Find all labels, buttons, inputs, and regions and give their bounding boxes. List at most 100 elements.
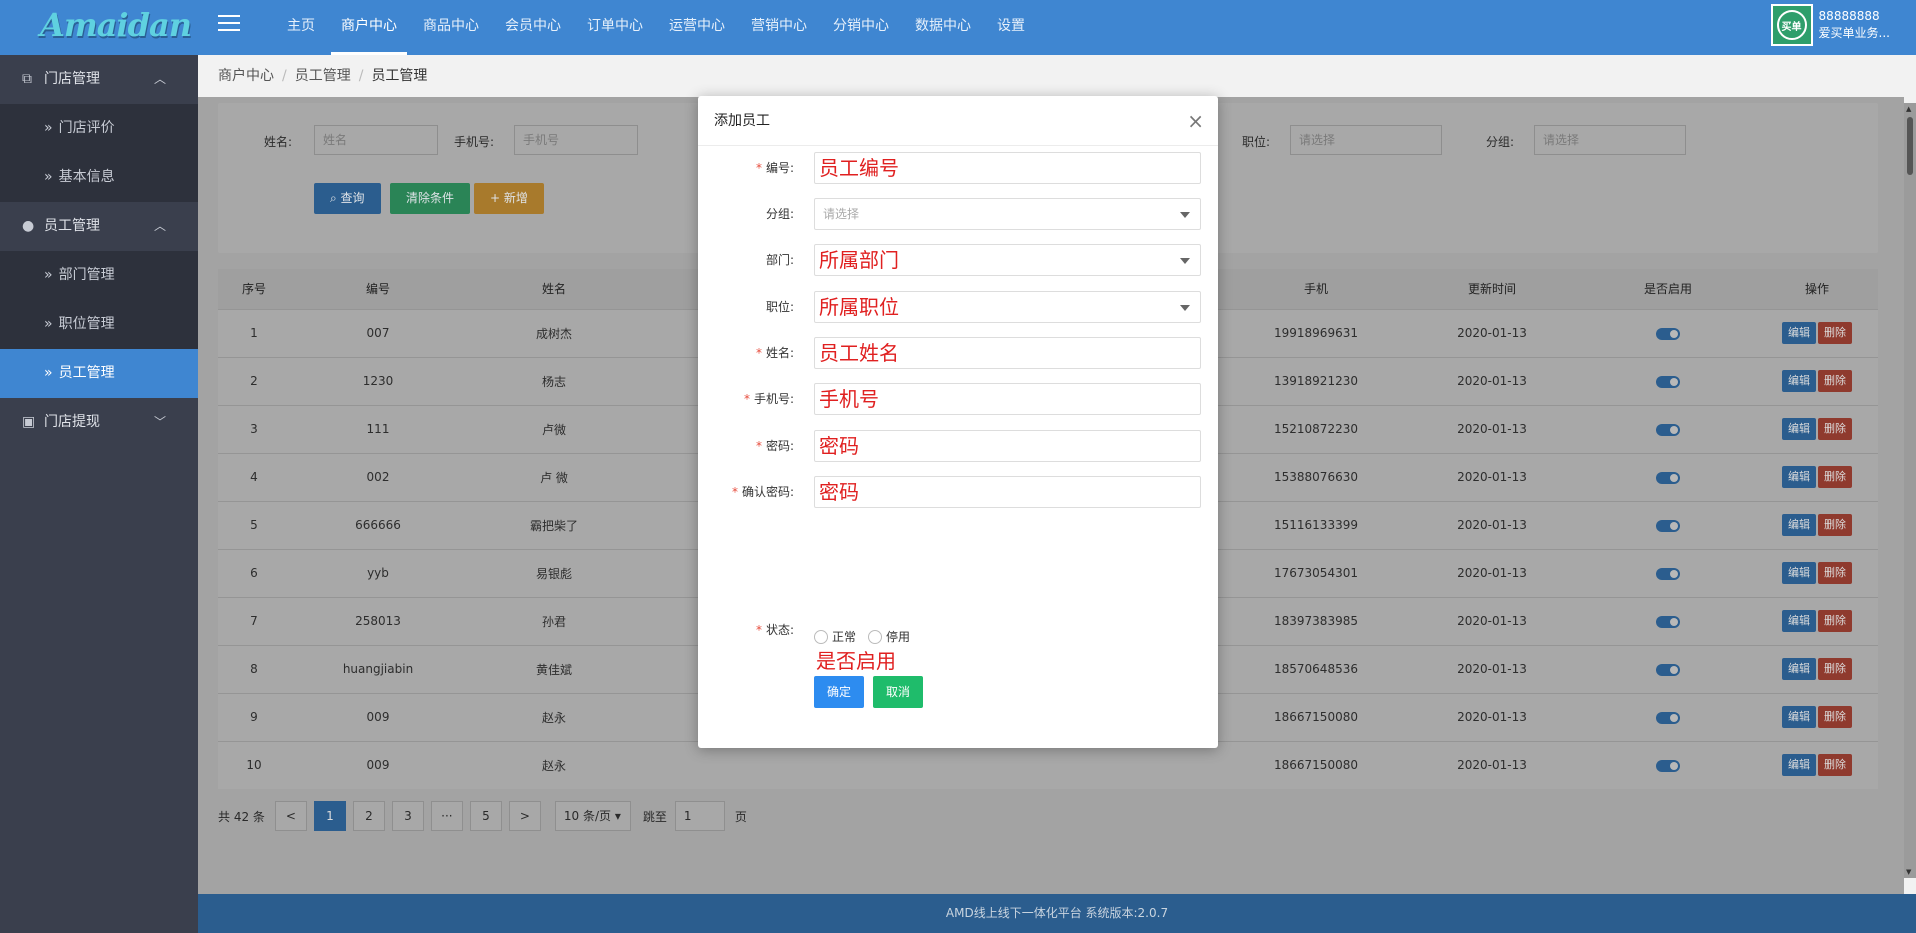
- page-3-button[interactable]: 3: [391, 801, 424, 831]
- code-input[interactable]: 员工编号: [814, 152, 1201, 184]
- sidebar-item-basic-info[interactable]: » 基本信息: [0, 153, 198, 202]
- scroll-up-icon[interactable]: ▲: [1906, 105, 1911, 113]
- sidebar-item-label: 门店评价: [58, 120, 115, 136]
- enabled-toggle[interactable]: [1656, 567, 1680, 580]
- edit-button[interactable]: 编辑: [1782, 658, 1816, 680]
- goto-page-input[interactable]: 1: [674, 801, 725, 831]
- nav-data[interactable]: 数据中心: [905, 0, 981, 55]
- cancel-button[interactable]: 取消: [873, 676, 924, 708]
- breadcrumb: 商户中心 / 员工管理 / 员工管理: [198, 55, 1916, 97]
- delete-button[interactable]: 删除: [1818, 754, 1852, 777]
- group-filter-select[interactable]: 请选择: [1534, 125, 1686, 155]
- sidebar-item-store-review[interactable]: » 门店评价: [0, 104, 198, 153]
- query-button[interactable]: ⌕ 查询: [314, 183, 381, 214]
- close-icon[interactable]: ×: [1187, 96, 1204, 146]
- breadcrumb-item[interactable]: 员工管理: [295, 68, 351, 84]
- edit-button[interactable]: 编辑: [1782, 610, 1816, 632]
- department-select[interactable]: 所属部门: [814, 244, 1201, 276]
- radio-disabled[interactable]: [868, 629, 883, 644]
- password-input[interactable]: 密码: [814, 430, 1201, 462]
- edit-button[interactable]: 编辑: [1782, 514, 1816, 536]
- enabled-toggle[interactable]: [1656, 615, 1680, 628]
- enabled-toggle[interactable]: [1656, 759, 1680, 772]
- radio-disabled-label[interactable]: 停用: [886, 628, 910, 645]
- confirm-button[interactable]: 确定: [814, 676, 865, 708]
- name-input[interactable]: 员工姓名: [814, 337, 1201, 369]
- nav-goods[interactable]: 商品中心: [413, 0, 489, 55]
- edit-button[interactable]: 编辑: [1782, 322, 1816, 344]
- delete-button[interactable]: 删除: [1818, 466, 1852, 488]
- page-ellipsis-button[interactable]: ···: [430, 801, 463, 831]
- delete-button[interactable]: 删除: [1818, 418, 1852, 440]
- sidebar-item-position[interactable]: » 职位管理: [0, 300, 198, 349]
- delete-button[interactable]: 删除: [1818, 562, 1852, 584]
- menu-toggle-icon[interactable]: [218, 15, 240, 35]
- page-5-button[interactable]: 5: [469, 801, 502, 831]
- enabled-toggle[interactable]: [1656, 663, 1680, 676]
- caret-down-icon: ▾: [614, 809, 621, 823]
- col-updated: 更新时间: [1404, 269, 1580, 309]
- goto-label: 跳至: [642, 809, 667, 824]
- edit-button[interactable]: 编辑: [1782, 562, 1816, 584]
- radio-normal-label[interactable]: 正常: [832, 628, 856, 645]
- scroll-down-icon[interactable]: ▼: [1906, 868, 1911, 876]
- nav-operation[interactable]: 运营中心: [659, 0, 735, 55]
- delete-button[interactable]: 删除: [1818, 610, 1852, 632]
- delete-button[interactable]: 删除: [1818, 322, 1852, 344]
- delete-button[interactable]: 删除: [1818, 706, 1852, 728]
- nav-home[interactable]: 主页: [277, 0, 325, 55]
- position-filter-select[interactable]: 请选择: [1290, 125, 1442, 155]
- sidebar-group-store[interactable]: ⧉ 门店管理 ︿: [0, 55, 198, 104]
- page-1-button[interactable]: 1: [313, 801, 346, 831]
- enabled-toggle[interactable]: [1656, 375, 1680, 388]
- sidebar-group-staff[interactable]: ● 员工管理 ︿: [0, 202, 198, 251]
- page-size-select[interactable]: 10 条/页 ▾: [554, 801, 631, 831]
- nav-merchant[interactable]: 商户中心: [331, 0, 407, 55]
- col-actions: 操作: [1756, 269, 1878, 309]
- prev-page-button[interactable]: <: [274, 801, 307, 831]
- page-scrollbar[interactable]: ▲ ▼: [1904, 103, 1916, 878]
- nav-member[interactable]: 会员中心: [495, 0, 571, 55]
- phone-filter-input[interactable]: 手机号: [514, 125, 638, 155]
- edit-button[interactable]: 编辑: [1782, 418, 1816, 440]
- edit-button[interactable]: 编辑: [1782, 754, 1816, 777]
- enabled-toggle[interactable]: [1656, 471, 1680, 484]
- scroll-thumb[interactable]: [1907, 117, 1913, 175]
- add-staff-button[interactable]: + 新增: [474, 183, 544, 214]
- enabled-toggle[interactable]: [1656, 519, 1680, 532]
- col-index: 序号: [218, 269, 290, 309]
- phone-input[interactable]: 手机号: [814, 383, 1201, 415]
- sidebar-group-withdraw[interactable]: ▣ 门店提现 ﹀: [0, 398, 198, 447]
- edit-button[interactable]: 编辑: [1782, 370, 1816, 392]
- radio-normal[interactable]: [814, 629, 828, 644]
- cell-name: 杨志: [466, 356, 642, 405]
- edit-button[interactable]: 编辑: [1782, 466, 1816, 488]
- page-2-button[interactable]: 2: [352, 801, 385, 831]
- breadcrumb-item[interactable]: 商户中心: [218, 68, 274, 84]
- sidebar-item-department[interactable]: » 部门管理: [0, 251, 198, 300]
- app-logo[interactable]: Amaidan: [40, 6, 192, 44]
- user-menu[interactable]: 买单 88888888 爱买单业务...: [1770, 4, 1890, 46]
- cell-enabled: [1580, 692, 1756, 741]
- avatar[interactable]: 买单: [1770, 4, 1813, 46]
- delete-button[interactable]: 删除: [1818, 658, 1852, 680]
- name-filter-input[interactable]: 姓名: [314, 125, 438, 155]
- enabled-toggle[interactable]: [1656, 423, 1680, 436]
- nav-marketing[interactable]: 营销中心: [741, 0, 817, 55]
- clear-filters-button[interactable]: 清除条件: [390, 183, 471, 214]
- group-select[interactable]: 请选择: [814, 198, 1201, 230]
- nav-order[interactable]: 订单中心: [577, 0, 653, 55]
- position-select[interactable]: 所属职位: [814, 291, 1201, 323]
- cell-name: 霸把柴了: [466, 500, 642, 549]
- edit-button[interactable]: 编辑: [1782, 706, 1816, 728]
- sidebar-item-staff[interactable]: » 员工管理: [0, 349, 198, 398]
- total-count: 共 42 条: [218, 809, 265, 824]
- next-page-button[interactable]: >: [508, 801, 541, 831]
- enabled-toggle[interactable]: [1656, 711, 1680, 724]
- delete-button[interactable]: 删除: [1818, 370, 1852, 392]
- nav-settings[interactable]: 设置: [987, 0, 1035, 55]
- enabled-toggle[interactable]: [1656, 327, 1680, 340]
- delete-button[interactable]: 删除: [1818, 514, 1852, 536]
- confirm-password-input[interactable]: 密码: [814, 476, 1201, 508]
- nav-distribution[interactable]: 分销中心: [823, 0, 899, 55]
